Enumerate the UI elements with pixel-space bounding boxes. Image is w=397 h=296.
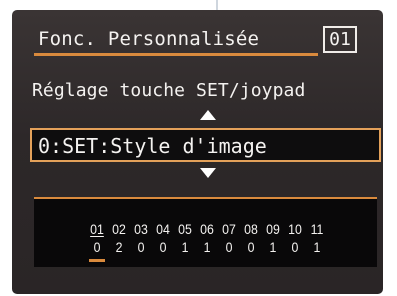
function-number: 08 xyxy=(244,221,258,237)
panel-top-accent-line xyxy=(34,197,377,199)
function-number: 10 xyxy=(288,221,302,237)
triangle-down-icon[interactable] xyxy=(200,168,216,178)
function-value: 1 xyxy=(203,239,211,255)
function-value: 1 xyxy=(313,239,321,255)
function-number-row: 01 02 03 04 05 06 07 08 09 10 11 xyxy=(34,221,377,241)
function-number: 03 xyxy=(134,221,148,237)
function-number: 02 xyxy=(112,221,126,237)
function-number: 04 xyxy=(156,221,170,237)
function-value: 2 xyxy=(115,239,123,255)
function-value: 0 xyxy=(291,239,299,255)
function-number: 11 xyxy=(310,221,324,237)
selected-option-text: 0:SET:Style d'image xyxy=(38,134,267,158)
function-value-row: 02001100101 xyxy=(34,239,377,259)
function-number: 06 xyxy=(200,221,214,237)
function-value: 0 xyxy=(159,239,167,255)
function-value: 1 xyxy=(181,239,189,255)
option-selector[interactable]: 0:SET:Style d'image xyxy=(30,128,381,162)
function-number: 09 xyxy=(266,221,280,237)
function-number: 07 xyxy=(222,221,236,237)
current-function-marker xyxy=(89,259,105,262)
custom-function-status-panel: 01 02 03 04 05 06 07 08 09 10 11 02001100101 xyxy=(34,197,377,267)
setting-name-label: Réglage touche SET/joypad xyxy=(32,80,306,101)
function-value: 0 xyxy=(137,239,145,255)
page-number-box: 01 xyxy=(323,26,357,53)
function-value: 0 xyxy=(247,239,255,255)
function-value: 0 xyxy=(93,239,101,255)
camera-lcd-screen: Fonc. Personnalisée 01 Réglage touche SE… xyxy=(12,10,383,294)
function-number: 01 xyxy=(90,221,104,237)
function-value: 0 xyxy=(225,239,233,255)
title-underline xyxy=(34,53,318,56)
menu-title: Fonc. Personnalisée xyxy=(38,28,260,50)
function-value: 1 xyxy=(269,239,277,255)
function-number: 05 xyxy=(178,221,192,237)
triangle-up-icon[interactable] xyxy=(200,110,216,120)
